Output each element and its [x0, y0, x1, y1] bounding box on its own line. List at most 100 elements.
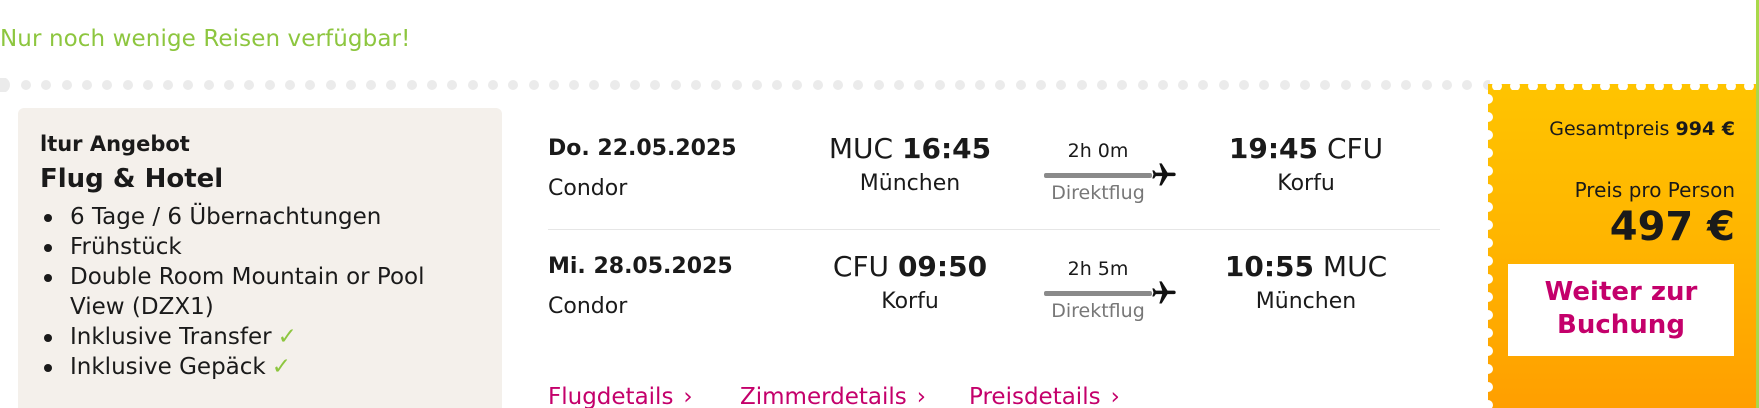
arrival-airport-code: CFU [1326, 132, 1384, 165]
scallop [1564, 81, 1574, 90]
separator-dot [0, 78, 10, 92]
separator-dot [102, 80, 113, 90]
separator-dot [447, 80, 458, 90]
scallop [1654, 81, 1664, 90]
per-person-label: Preis pro Person [1574, 178, 1735, 202]
chevron-right-icon: › [916, 384, 926, 408]
separator-dot [142, 80, 153, 90]
separator-dot [589, 80, 600, 90]
arrival: 19:45 CFU Korfu [1196, 132, 1416, 196]
scallop [1483, 112, 1493, 122]
scallop [1483, 400, 1493, 408]
flight-type: Direktflug [1051, 182, 1145, 204]
separator-dot [893, 80, 904, 90]
flight-airline: Condor [548, 294, 628, 319]
scallop [1483, 184, 1493, 194]
separator-dot [41, 80, 52, 90]
scallop [1483, 346, 1493, 356]
departure-airport-code: CFU [832, 250, 890, 283]
separator-dot [1259, 80, 1270, 90]
offer-features: 6 Tage / 6 Übernachtungen Frühstück Doub… [40, 202, 480, 382]
separator-dot [224, 80, 234, 90]
flight-details-link[interactable]: Flugdetails › [548, 384, 693, 408]
scallop [1483, 256, 1493, 266]
separator-dot [792, 80, 803, 90]
separator-dot [1076, 80, 1087, 90]
separator-dot [345, 80, 356, 90]
scallop [1672, 81, 1682, 90]
chevron-right-icon: › [1110, 384, 1120, 408]
price-details-link[interactable]: Preisdetails › [969, 384, 1120, 408]
flight-duration: 2h 5m [1067, 258, 1129, 280]
separator-dot [163, 80, 174, 90]
separator-dot [366, 80, 377, 90]
scallop [1483, 220, 1493, 230]
price-panel-edge [1482, 90, 1494, 408]
availability-notice: Nur noch wenige Reisen verfügbar! [0, 26, 411, 52]
chevron-right-icon: › [683, 384, 693, 408]
scallop [1483, 202, 1493, 212]
continue-booking-button[interactable]: Weiter zur Buchung [1508, 264, 1734, 356]
separator-dot [1015, 80, 1026, 90]
separator-dot [386, 80, 397, 90]
offer-feature: 6 Tage / 6 Übernachtungen [40, 202, 480, 232]
arrival-airport-code: MUC [1322, 250, 1388, 283]
separator-dot [1442, 80, 1452, 90]
offer-feature-text: 6 Tage / 6 Übernachtungen [70, 204, 382, 230]
arrival-city: München [1255, 289, 1357, 314]
price-panel-edge [1488, 78, 1756, 90]
offer-panel: ltur Angebot Flug & Hotel 6 Tage / 6 Übe… [18, 108, 502, 408]
room-details-link[interactable]: Zimmerdetails › [740, 384, 926, 408]
check-icon: ✓ [277, 324, 297, 350]
return-flight: Mi. 28.05.2025 Condor CFU 09:50 Korfu 2h… [548, 250, 1440, 330]
flight-duration: 2h 0m [1067, 140, 1129, 162]
scallop [1708, 81, 1718, 90]
route-line [1044, 173, 1152, 178]
separator-dot [751, 80, 762, 90]
separator-dot [325, 80, 336, 90]
offer-feature-text: Inklusive Gepäck [70, 354, 266, 380]
scallop [1582, 81, 1592, 90]
offer-feature: Inklusive Transfer ✓ [40, 322, 480, 352]
separator-dot [995, 80, 1006, 90]
per-person-price: 497 € [1609, 204, 1735, 250]
separator-dot [1381, 80, 1392, 90]
outbound-flight: Do. 22.05.2025 Condor MUC 16:45 München … [548, 132, 1440, 212]
scallop [1528, 81, 1538, 90]
flight-divider [548, 229, 1440, 230]
separator-dot [914, 80, 925, 90]
separator-dot [1299, 80, 1310, 90]
separator-dot [1198, 80, 1209, 90]
separator-dot [630, 80, 640, 90]
scallop [1483, 310, 1493, 320]
separator-dot [21, 80, 31, 90]
separator-dot [305, 80, 316, 90]
departure-city: Korfu [881, 289, 939, 314]
separator-dot [954, 80, 965, 90]
separator-dot [1218, 80, 1229, 90]
separator-dot [264, 80, 275, 90]
separator-dot [711, 80, 722, 90]
scallop [1483, 382, 1493, 392]
departure-city: München [859, 171, 961, 196]
offer-feature-text: Inklusive Transfer [70, 324, 272, 350]
separator-dot [528, 80, 539, 90]
separator-dot [1279, 80, 1290, 90]
separator-dot [203, 80, 214, 90]
separator-dot [1096, 80, 1107, 90]
scallop [1510, 81, 1520, 90]
separator-dot [487, 80, 498, 90]
arrival-time: 10:55 [1224, 250, 1315, 283]
total-price-value: 994 € [1675, 118, 1736, 140]
arrival-time: 19:45 [1228, 132, 1319, 165]
separator-dot [406, 80, 417, 90]
separator-dot [650, 80, 661, 90]
departure-time: 09:50 [897, 250, 988, 283]
separator-dot [1056, 80, 1067, 90]
offer-feature: Inklusive Gepäck ✓ [40, 352, 480, 382]
separator-dot [934, 80, 945, 90]
separator-dot [569, 80, 580, 90]
offer-feature-text: Double Room Mountain or Pool View (DZX1) [70, 264, 425, 320]
separator-dot [670, 80, 681, 90]
separator-dot [81, 80, 92, 90]
